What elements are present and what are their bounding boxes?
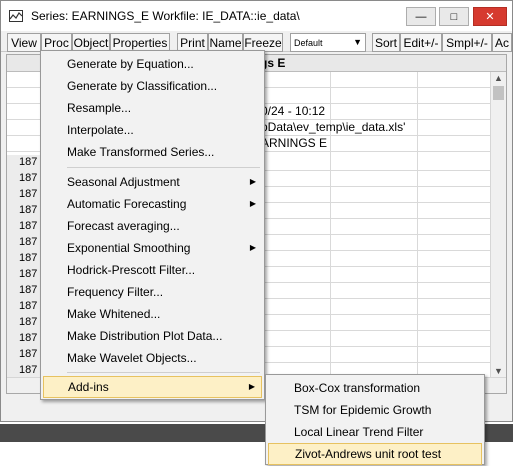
- row-header[interactable]: 187: [7, 155, 41, 171]
- row-header[interactable]: 187: [7, 347, 41, 363]
- row-header[interactable]: 187: [7, 219, 41, 235]
- smpl-toggle-button[interactable]: Smpl+/-: [442, 33, 492, 52]
- menu-item-box-cox-transformation[interactable]: Box-Cox transformation: [268, 377, 482, 399]
- menu-separator: [67, 167, 260, 168]
- dropdown-value: Default: [294, 37, 323, 48]
- close-icon: ✕: [485, 11, 495, 23]
- maximize-icon: □: [450, 10, 458, 23]
- display-format-dropdown[interactable]: Default ▼: [290, 33, 366, 52]
- row-header[interactable]: 187: [7, 187, 41, 203]
- menu-item-resample[interactable]: Resample...: [43, 97, 262, 119]
- menu-item-exponential-smoothing[interactable]: Exponential Smoothing ▶: [43, 237, 262, 259]
- menu-item-make-wavelet-objects[interactable]: Make Wavelet Objects...: [43, 347, 262, 369]
- add-ins-submenu: Box-Cox transformation TSM for Epidemic …: [265, 374, 485, 465]
- row-header[interactable]: 187: [7, 331, 41, 347]
- menu-item-forecast-averaging[interactable]: Forecast averaging...: [43, 215, 262, 237]
- proc-menu: Generate by Equation... Generate by Clas…: [40, 50, 265, 400]
- scroll-down-icon[interactable]: ▼: [494, 366, 503, 376]
- menu-item-make-distribution-plot-data[interactable]: Make Distribution Plot Data...: [43, 325, 262, 347]
- maximize-button[interactable]: □: [439, 7, 469, 26]
- title-bar[interactable]: Series: EARNINGS_E Workfile: IE_DATA::ie…: [1, 1, 512, 31]
- series-toolbar: View Proc Object Properties Print Name F…: [1, 32, 512, 52]
- menu-item-generate-by-classification[interactable]: Generate by Classification...: [43, 75, 262, 97]
- vertical-scrollbar[interactable]: ▲ ▼: [490, 72, 506, 377]
- menu-item-make-whitened[interactable]: Make Whitened...: [43, 303, 262, 325]
- menu-item-label: Exponential Smoothing: [67, 241, 191, 255]
- menu-item-add-ins[interactable]: Add-ins ▶: [43, 376, 262, 398]
- name-cell[interactable]: ARNINGS E: [261, 136, 327, 150]
- row-header[interactable]: 187: [7, 299, 41, 315]
- row-header[interactable]: 187: [7, 283, 41, 299]
- row-header[interactable]: 187: [7, 203, 41, 219]
- menu-item-zivot-andrews-unit-root-test[interactable]: Zivot-Andrews unit root test: [268, 443, 482, 465]
- submenu-arrow-icon: ▶: [248, 382, 255, 391]
- menu-item-label: Add-ins: [68, 380, 109, 394]
- row-header[interactable]: 187: [7, 251, 41, 267]
- path-cell[interactable]: pData\ev_temp\ie_data.xls': [261, 120, 405, 134]
- menu-item-local-linear-trend-filter[interactable]: Local Linear Trend Filter: [268, 421, 482, 443]
- actions-button[interactable]: Ac: [492, 33, 512, 52]
- scroll-up-icon[interactable]: ▲: [494, 73, 503, 83]
- menu-item-automatic-forecasting[interactable]: Automatic Forecasting ▶: [43, 193, 262, 215]
- chevron-down-icon: ▼: [353, 37, 362, 47]
- menu-item-label: Seasonal Adjustment: [67, 175, 180, 189]
- menu-item-frequency-filter[interactable]: Frequency Filter...: [43, 281, 262, 303]
- row-header[interactable]: 187: [7, 235, 41, 251]
- menu-item-interpolate[interactable]: Interpolate...: [43, 119, 262, 141]
- scroll-thumb[interactable]: [493, 86, 504, 100]
- submenu-arrow-icon: ▶: [249, 199, 256, 208]
- view-button[interactable]: View: [7, 33, 41, 52]
- minimize-button[interactable]: —: [406, 7, 436, 26]
- menu-item-tsm-for-epidemic-growth[interactable]: TSM for Epidemic Growth: [268, 399, 482, 421]
- row-header[interactable]: 187: [7, 267, 41, 283]
- sort-button[interactable]: Sort: [372, 33, 400, 52]
- menu-item-make-transformed-series[interactable]: Make Transformed Series...: [43, 141, 262, 163]
- menu-item-hodrick-prescott-filter[interactable]: Hodrick-Prescott Filter...: [43, 259, 262, 281]
- menu-item-label: Automatic Forecasting: [67, 197, 187, 211]
- submenu-arrow-icon: ▶: [249, 243, 256, 252]
- submenu-arrow-icon: ▶: [249, 177, 256, 186]
- menu-item-generate-by-equation[interactable]: Generate by Equation...: [43, 53, 262, 75]
- menu-item-seasonal-adjustment[interactable]: Seasonal Adjustment ▶: [43, 171, 262, 193]
- row-header[interactable]: 187: [7, 315, 41, 331]
- series-window-icon: [9, 10, 23, 22]
- window-title: Series: EARNINGS_E Workfile: IE_DATA::ie…: [31, 9, 300, 23]
- menu-separator: [67, 372, 260, 373]
- date-cell[interactable]: 0/24 - 10:12: [261, 104, 325, 118]
- close-button[interactable]: ✕: [473, 7, 507, 26]
- edit-toggle-button[interactable]: Edit+/-: [400, 33, 442, 52]
- row-header[interactable]: 187: [7, 171, 41, 187]
- minimize-icon: —: [415, 10, 427, 23]
